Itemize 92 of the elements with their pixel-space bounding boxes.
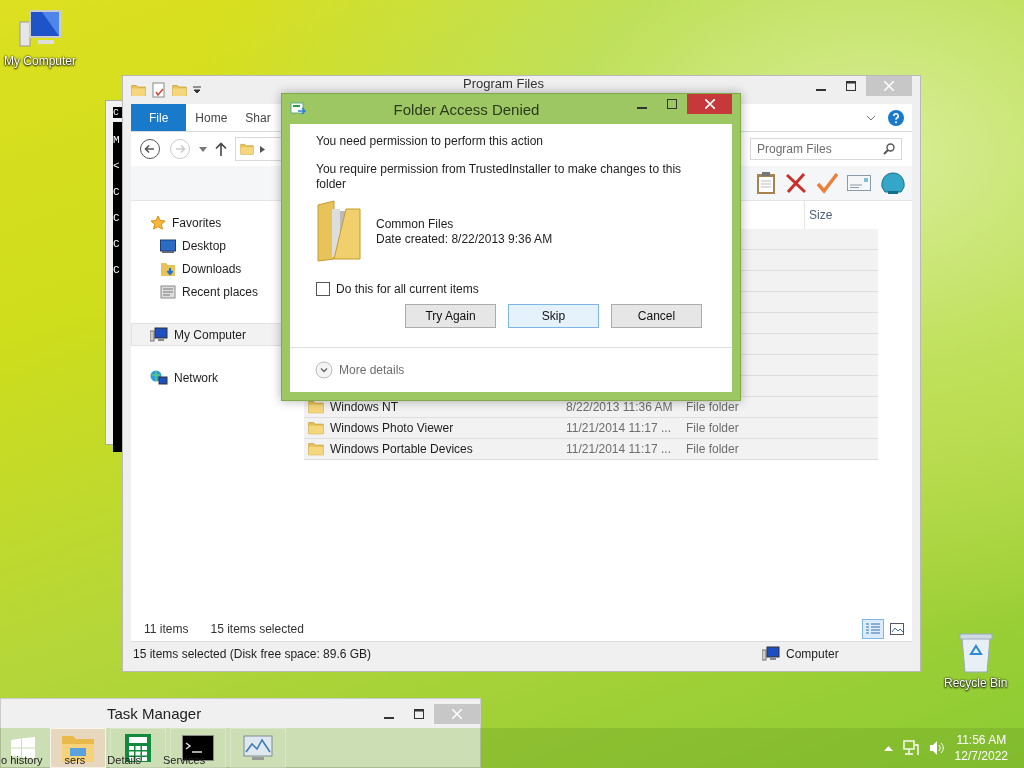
checkbox[interactable] [316, 282, 330, 296]
file-type: File folder [686, 421, 740, 435]
back-icon[interactable] [139, 138, 161, 160]
dialog-title: Folder Access Denied [392, 100, 541, 118]
star-icon [150, 214, 166, 231]
folder-icon [308, 442, 324, 456]
dialog-message: You require permission from TrustedInstaller to make changes to this folder [316, 162, 683, 192]
nav-item[interactable]: Favorites [131, 211, 303, 234]
nav-item[interactable]: Downloads [131, 257, 303, 280]
checkbox-label[interactable]: Do this for all current items [336, 282, 479, 296]
console-text: C [113, 212, 121, 224]
maximize-icon [667, 99, 677, 109]
desktop-icon [160, 238, 176, 253]
file-row[interactable]: Windows Portable Devices 11/21/2014 11:17 ... File folder [304, 439, 878, 460]
file-name: Windows Portable Devices [330, 442, 473, 456]
file-type: File folder [686, 442, 740, 456]
window-title: Program Files [462, 76, 545, 91]
minimize-icon [637, 107, 647, 109]
computer-icon [150, 326, 168, 343]
history-dropdown-icon[interactable] [199, 146, 207, 152]
new-folder-icon [172, 83, 187, 97]
downloads-folder-icon [160, 260, 176, 277]
item-count: 11 items [144, 622, 189, 636]
console-text: < [113, 160, 121, 172]
close-icon [884, 81, 894, 91]
dialog-heading: You need permission to perform this action [316, 134, 544, 148]
recent-places-icon [160, 283, 176, 300]
ribbon-tab[interactable]: Shar [236, 104, 280, 131]
file-date: 11/21/2014 11:17 ... [566, 442, 672, 456]
maximize-icon [846, 81, 856, 91]
item-name: Common Files [376, 216, 455, 231]
chevron-down-icon[interactable] [866, 114, 876, 121]
console-text: C [113, 264, 121, 276]
shell-icon[interactable] [880, 171, 906, 195]
console-text: C [113, 238, 121, 250]
clipboard-icon[interactable] [756, 171, 776, 195]
delete-icon[interactable] [785, 172, 807, 194]
card-icon[interactable] [847, 175, 871, 191]
minimize-icon [384, 716, 394, 719]
picture-icon [890, 623, 904, 635]
dropdown-icon[interactable] [193, 86, 201, 94]
recycle-bin-icon[interactable] [957, 630, 994, 674]
checkmark-icon[interactable] [816, 172, 838, 194]
help-icon[interactable] [888, 109, 904, 126]
up-arrow-icon[interactable] [215, 142, 227, 156]
file-type: File folder [686, 400, 740, 414]
dialog-button[interactable]: Try Again [405, 304, 496, 328]
status-text: 15 items selected (Disk free space: 89.6 GB) [132, 647, 373, 661]
item-date: Date created: 8/22/2013 9:36 AM [376, 231, 553, 246]
folder-icon [61, 733, 95, 763]
performance-monitor-icon [242, 734, 274, 762]
task-manager-tab[interactable]: o history [1, 754, 43, 766]
file-date: 8/22/2013 11:36 AM [566, 400, 674, 414]
close-icon [704, 99, 715, 109]
folder-icon [308, 421, 324, 435]
window-title: Task Manager [106, 705, 203, 722]
close-icon [452, 708, 462, 719]
details-view-icon [866, 623, 880, 635]
folder-icon [131, 83, 146, 97]
console-text: C [113, 186, 121, 198]
nav-item[interactable]: Desktop [131, 234, 303, 257]
folder-icon [316, 199, 362, 263]
ribbon-tab[interactable]: File [131, 104, 187, 131]
file-name: Windows NT [330, 400, 398, 414]
minimize-icon [816, 89, 826, 91]
maximize-icon [414, 708, 424, 719]
folder-icon [240, 143, 254, 155]
status-location: Computer [786, 647, 839, 661]
file-date: 11/21/2014 11:17 ... [566, 421, 672, 435]
task-manager-tab[interactable]: Details [107, 754, 141, 766]
more-details-button[interactable]: More details [315, 361, 405, 379]
ribbon-tab[interactable]: Home [186, 104, 237, 131]
console-text: M [113, 134, 121, 146]
file-name: Windows Photo Viewer [330, 421, 454, 435]
search-icon [883, 143, 895, 155]
network-icon [150, 369, 168, 386]
nav-item[interactable]: Network [131, 366, 303, 389]
dialog-button[interactable]: Skip [508, 304, 599, 328]
computer-icon [762, 646, 780, 662]
nav-item[interactable]: Recent places [131, 280, 303, 303]
file-row[interactable]: Windows Photo Viewer 11/21/2014 11:17 ... File folder [304, 418, 878, 439]
selected-count: 15 items selected [210, 622, 304, 636]
dialog-button[interactable]: Cancel [611, 304, 702, 328]
search-field[interactable]: Program Files [750, 138, 902, 160]
chevron-right-icon [260, 145, 265, 153]
copy-icon [290, 102, 306, 116]
task-manager-tab[interactable]: Services [163, 754, 206, 766]
properties-icon[interactable] [152, 82, 166, 98]
close-button[interactable] [687, 94, 732, 114]
task-manager-tab[interactable]: sers [64, 754, 86, 766]
chevron-down-icon [315, 361, 333, 379]
folder-icon [308, 400, 324, 414]
